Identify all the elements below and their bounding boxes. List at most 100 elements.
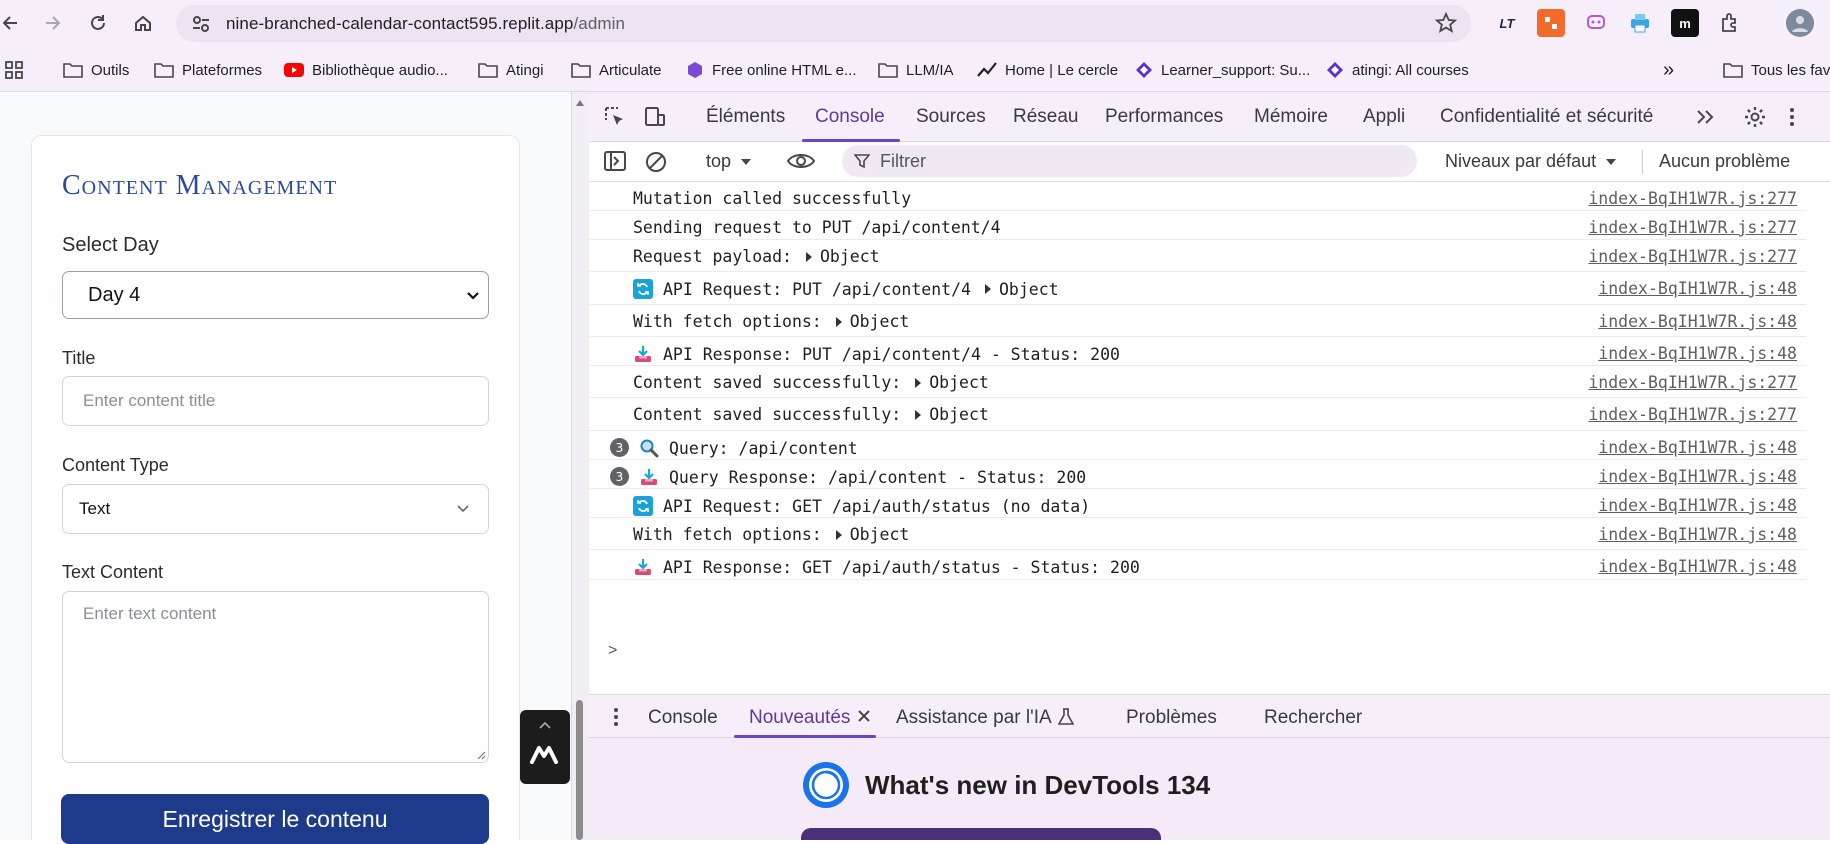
text-content-textarea[interactable]: Enter text content: [62, 591, 489, 763]
drawer-menu-icon[interactable]: [613, 707, 619, 727]
sidebar-toggle-icon[interactable]: [603, 150, 627, 172]
expand-triangle-icon[interactable]: [805, 251, 812, 262]
extension-orange-icon[interactable]: [1537, 9, 1565, 37]
bookmark-free-online-html[interactable]: Free online HTML e...: [686, 58, 857, 82]
log-source-link[interactable]: index-BqIH1W7R.js:48: [1598, 525, 1797, 544]
back-button[interactable]: [0, 4, 30, 42]
repeat-count-badge: 3: [610, 467, 629, 486]
bookmark-learner-support[interactable]: Learner_support: Su...: [1135, 58, 1310, 82]
arrow-left-icon: [1, 13, 21, 33]
bookmark-le-cercle[interactable]: Home | Le cercle: [977, 58, 1118, 82]
expand-triangle-icon[interactable]: [835, 316, 842, 327]
home-icon: [133, 13, 153, 33]
log-message: Mutation called successfully: [633, 189, 911, 208]
bookmark-bibliotheque-audio[interactable]: Bibliothèque audio...: [284, 58, 448, 82]
tab-performance[interactable]: Performances: [1105, 106, 1223, 128]
resize-handle-icon[interactable]: [476, 750, 486, 760]
select-day-label: Select Day: [62, 234, 159, 256]
log-source-link[interactable]: index-BqIH1W7R.js:277: [1588, 218, 1797, 237]
device-toolbar-icon[interactable]: [643, 105, 667, 129]
drawer-tab-issues[interactable]: Problèmes: [1126, 707, 1217, 729]
eye-icon[interactable]: [786, 151, 816, 171]
expand-triangle-icon[interactable]: [915, 377, 922, 388]
log-source-link[interactable]: index-BqIH1W7R.js:277: [1588, 373, 1797, 392]
bookmark-outils[interactable]: Outils: [63, 58, 129, 82]
more-tabs-icon[interactable]: [1695, 107, 1717, 127]
chevron-up-icon[interactable]: [538, 720, 552, 730]
extensions-puzzle-icon[interactable]: [1716, 9, 1744, 37]
log-source-link[interactable]: index-BqIH1W7R.js:48: [1598, 279, 1797, 298]
drawer-tab-ai-assistance[interactable]: Assistance par l'IA: [896, 707, 1052, 729]
log-source-link[interactable]: index-BqIH1W7R.js:277: [1588, 405, 1797, 424]
issues-counter[interactable]: Aucun problème: [1659, 151, 1790, 172]
drawer-tab-search[interactable]: Rechercher: [1264, 707, 1362, 729]
console-filter-input[interactable]: Filtrer: [842, 145, 1417, 177]
site-settings-icon[interactable]: [190, 13, 212, 35]
settings-gear-icon[interactable]: [1743, 105, 1767, 129]
log-text: API Request: PUT /api/content/4: [663, 279, 971, 299]
extension-printer-icon[interactable]: [1626, 9, 1654, 37]
address-bar[interactable]: nine-branched-calendar-contact595.replit…: [176, 5, 1471, 42]
log-object-preview[interactable]: Object: [850, 312, 910, 331]
extension-chat-icon[interactable]: [1582, 9, 1610, 37]
forward-button[interactable]: [33, 4, 71, 42]
bookmark-star-icon[interactable]: [1435, 12, 1457, 34]
drawer-tab-whats-new[interactable]: Nouveautés: [749, 707, 850, 729]
reload-button[interactable]: [79, 4, 117, 42]
profile-avatar[interactable]: [1786, 9, 1814, 37]
clear-console-icon[interactable]: [644, 150, 668, 174]
log-object-preview[interactable]: Object: [850, 525, 910, 544]
save-content-button[interactable]: Enregistrer le contenu: [61, 794, 489, 844]
inspect-element-icon[interactable]: [603, 105, 627, 129]
log-source-link[interactable]: index-BqIH1W7R.js:48: [1598, 557, 1797, 576]
tab-application[interactable]: Appli: [1363, 106, 1405, 128]
bookmark-llm-ia[interactable]: LLM/IA: [878, 58, 954, 82]
console-prompt[interactable]: >: [608, 642, 617, 660]
bookmark-all-favorites[interactable]: Tous les fav: [1723, 58, 1830, 82]
log-source-link[interactable]: index-BqIH1W7R.js:277: [1588, 247, 1797, 266]
log-object-preview[interactable]: Object: [929, 373, 989, 392]
tab-sources[interactable]: Sources: [916, 106, 986, 128]
expand-triangle-icon[interactable]: [835, 529, 842, 540]
apps-grid-icon[interactable]: [4, 60, 24, 80]
expand-triangle-icon[interactable]: [984, 284, 991, 294]
inbox-tray-icon: [633, 344, 653, 364]
bookmark-atingi-courses[interactable]: atingi: All courses: [1326, 58, 1469, 82]
log-source-link[interactable]: index-BqIH1W7R.js:48: [1598, 344, 1797, 363]
home-button[interactable]: [124, 4, 162, 42]
tab-privacy-security[interactable]: Confidentialité et sécurité: [1440, 106, 1653, 128]
log-source-link[interactable]: index-BqIH1W7R.js:48: [1598, 312, 1797, 331]
tab-elements[interactable]: Éléments: [706, 106, 785, 128]
log-source-link[interactable]: index-BqIH1W7R.js:48: [1598, 496, 1797, 515]
tab-network[interactable]: Réseau: [1013, 106, 1079, 128]
log-object-preview[interactable]: Object: [929, 405, 989, 424]
context-selector[interactable]: top: [706, 151, 752, 172]
languagetool-extension[interactable]: LT: [1493, 9, 1521, 37]
expand-triangle-icon[interactable]: [915, 409, 922, 420]
log-object-preview[interactable]: Object: [999, 280, 1059, 299]
log-source-link[interactable]: index-BqIH1W7R.js:277: [1588, 189, 1797, 208]
log-levels-dropdown[interactable]: Niveaux par défaut: [1445, 151, 1617, 172]
bookmark-atingi[interactable]: Atingi: [478, 58, 544, 82]
extension-m-icon[interactable]: m: [1671, 9, 1699, 37]
select-day-dropdown[interactable]: Day 4: [62, 271, 489, 319]
more-options-icon[interactable]: [1788, 105, 1796, 129]
close-tab-icon[interactable]: [857, 709, 871, 723]
title-input[interactable]: Enter content title: [62, 376, 489, 426]
floating-widget[interactable]: [520, 710, 570, 784]
scroll-up-arrow-icon[interactable]: [575, 99, 585, 107]
content-type-select[interactable]: Text: [62, 484, 489, 534]
tab-memory[interactable]: Mémoire: [1254, 106, 1328, 128]
bookmarks-overflow-button[interactable]: »: [1663, 58, 1674, 82]
log-source-link[interactable]: index-BqIH1W7R.js:48: [1598, 438, 1797, 457]
widget-logo-icon[interactable]: [530, 744, 560, 764]
tab-console[interactable]: Console: [815, 106, 885, 128]
log-message: Query Response: /api/content - Status: 2…: [639, 467, 1086, 487]
bookmark-plateformes[interactable]: Plateformes: [154, 58, 262, 82]
log-source-link[interactable]: index-BqIH1W7R.js:48: [1598, 467, 1797, 486]
page-scrollbar-thumb[interactable]: [576, 700, 583, 840]
log-object-preview[interactable]: Object: [820, 247, 880, 266]
bookmark-articulate[interactable]: Articulate: [571, 58, 662, 82]
reload-icon: [88, 13, 108, 33]
drawer-tab-console[interactable]: Console: [648, 707, 718, 729]
